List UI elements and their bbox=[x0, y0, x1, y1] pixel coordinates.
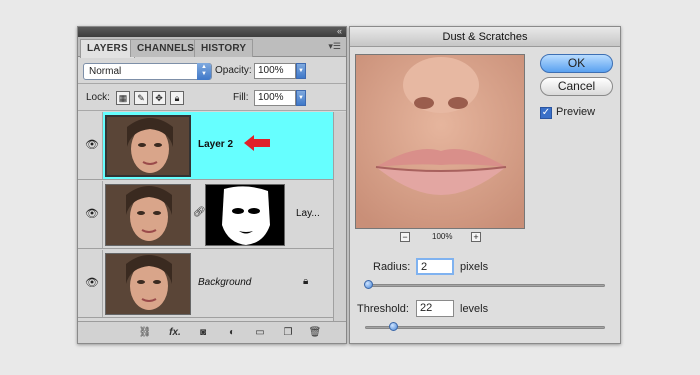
face-thumbnail-icon bbox=[106, 254, 190, 314]
preview-label: Preview bbox=[556, 106, 596, 118]
radius-slider-track[interactable] bbox=[365, 284, 605, 287]
layers-scrollbar[interactable] bbox=[333, 112, 346, 322]
layer-name-layer-2[interactable]: Layer 2 bbox=[198, 139, 233, 150]
eye-icon[interactable]: 👁︎ bbox=[85, 277, 99, 289]
panel-tabs: LAYERS CHANNELS HISTORY ▾☰ bbox=[78, 37, 346, 58]
blend-row: Normal ▲ ▼ Opacity: 100% ▼ bbox=[78, 58, 346, 84]
fill-dropdown-icon[interactable]: ▼ bbox=[296, 90, 306, 106]
trash-icon[interactable]: 🗑︎ bbox=[308, 326, 322, 339]
opacity-label: Opacity: bbox=[215, 65, 252, 76]
lips-preview-icon bbox=[356, 55, 524, 228]
layer-name-masked[interactable]: Lay... bbox=[296, 208, 320, 219]
fx-icon[interactable]: fx. bbox=[168, 326, 182, 339]
dust-scratches-dialog: Dust & Scratches − 100% + OK Cancel ✓ Pr… bbox=[349, 26, 621, 344]
lock-label: Lock: bbox=[86, 92, 110, 103]
radius-label: Radius: bbox=[373, 261, 411, 273]
visibility-column: 👁︎ bbox=[78, 112, 103, 179]
adjustment-icon[interactable]: ◐ bbox=[225, 326, 239, 339]
lock-row: Lock: ▦ ✎ ✥ 🔒︎ Fill: 100% ▼ bbox=[78, 85, 346, 111]
lock-pixels-icon[interactable]: ✎ bbox=[134, 91, 148, 105]
blend-mode-stepper-icon[interactable]: ▲ ▼ bbox=[197, 63, 211, 80]
threshold-label: Threshold: bbox=[357, 303, 409, 315]
lock-position-icon[interactable]: ✥ bbox=[152, 91, 166, 105]
lock-all-icon[interactable]: 🔒︎ bbox=[170, 91, 184, 105]
face-thumbnail-icon bbox=[106, 185, 190, 245]
opacity-input[interactable]: 100% bbox=[254, 63, 296, 79]
visibility-column: 👁︎ bbox=[78, 181, 103, 248]
eye-icon[interactable]: 👁︎ bbox=[85, 208, 99, 220]
layer-row-layer-2[interactable]: 👁︎ Layer 2 bbox=[78, 112, 334, 180]
ok-button[interactable]: OK bbox=[540, 54, 613, 73]
layer-thumbnail bbox=[105, 184, 191, 246]
dialog-title[interactable]: Dust & Scratches bbox=[350, 27, 620, 47]
fill-label: Fill: bbox=[233, 92, 249, 103]
panel-title-bar[interactable]: « bbox=[78, 26, 346, 37]
radius-unit: pixels bbox=[460, 261, 489, 273]
panel-menu-icon[interactable]: ▾☰ bbox=[328, 41, 341, 52]
layer-thumbnail bbox=[105, 115, 191, 177]
blend-mode-select[interactable]: Normal ▲ ▼ bbox=[83, 63, 212, 80]
layer-row-background[interactable]: 👁︎ Background 🔒︎ bbox=[78, 250, 334, 318]
collapse-panel-icon[interactable]: « bbox=[337, 26, 342, 36]
link-icon[interactable]: ⛓︎ bbox=[138, 326, 152, 339]
visibility-column: 👁︎ bbox=[78, 250, 103, 317]
threshold-slider-track[interactable] bbox=[365, 326, 605, 329]
folder-icon[interactable]: ▭ bbox=[253, 326, 267, 339]
layer-thumbnail bbox=[105, 253, 191, 315]
eye-icon[interactable]: 👁︎ bbox=[85, 139, 99, 151]
zoom-out-button[interactable]: − bbox=[400, 232, 410, 242]
threshold-input[interactable]: 22 bbox=[416, 300, 454, 317]
mask-thumbnail-icon bbox=[206, 185, 284, 245]
opacity-dropdown-icon[interactable]: ▼ bbox=[296, 63, 306, 79]
layer-name-background[interactable]: Background bbox=[198, 277, 251, 288]
mask-link-icon[interactable]: 🔗︎ bbox=[193, 207, 206, 218]
tab-channels[interactable]: CHANNELS bbox=[130, 39, 202, 57]
lock-transparency-icon[interactable]: ▦ bbox=[116, 91, 130, 105]
tab-layers[interactable]: LAYERS bbox=[80, 39, 135, 58]
mask-icon[interactable]: ◙ bbox=[196, 326, 210, 339]
zoom-in-button[interactable]: + bbox=[471, 232, 481, 242]
zoom-level: 100% bbox=[432, 232, 453, 241]
layer-row-masked[interactable]: 👁︎ 🔗︎ Lay... bbox=[78, 181, 334, 249]
new-layer-icon[interactable]: ❐ bbox=[281, 326, 295, 339]
layer-mask-thumbnail[interactable] bbox=[205, 184, 285, 246]
red-arrow-icon bbox=[244, 135, 270, 151]
background-lock-icon: 🔒︎ bbox=[303, 276, 309, 287]
threshold-unit: levels bbox=[460, 303, 489, 315]
preview-checkbox[interactable]: ✓ bbox=[540, 107, 552, 119]
radius-slider-knob[interactable] bbox=[364, 280, 373, 289]
blend-mode-value: Normal bbox=[89, 66, 122, 77]
cancel-button[interactable]: Cancel bbox=[540, 77, 613, 96]
layers-panel: « LAYERS CHANNELS HISTORY ▾☰ Normal ▲ ▼ O… bbox=[77, 26, 347, 344]
face-thumbnail-icon bbox=[107, 117, 189, 175]
threshold-slider-knob[interactable] bbox=[389, 322, 398, 331]
layers-footer: ⛓︎ fx. ◙ ◐ ▭ ❐ 🗑︎ bbox=[78, 321, 346, 343]
tab-history[interactable]: HISTORY bbox=[194, 39, 254, 57]
fill-input[interactable]: 100% bbox=[254, 90, 296, 106]
preview-image[interactable] bbox=[355, 54, 525, 229]
radius-input[interactable]: 2 bbox=[416, 258, 454, 275]
